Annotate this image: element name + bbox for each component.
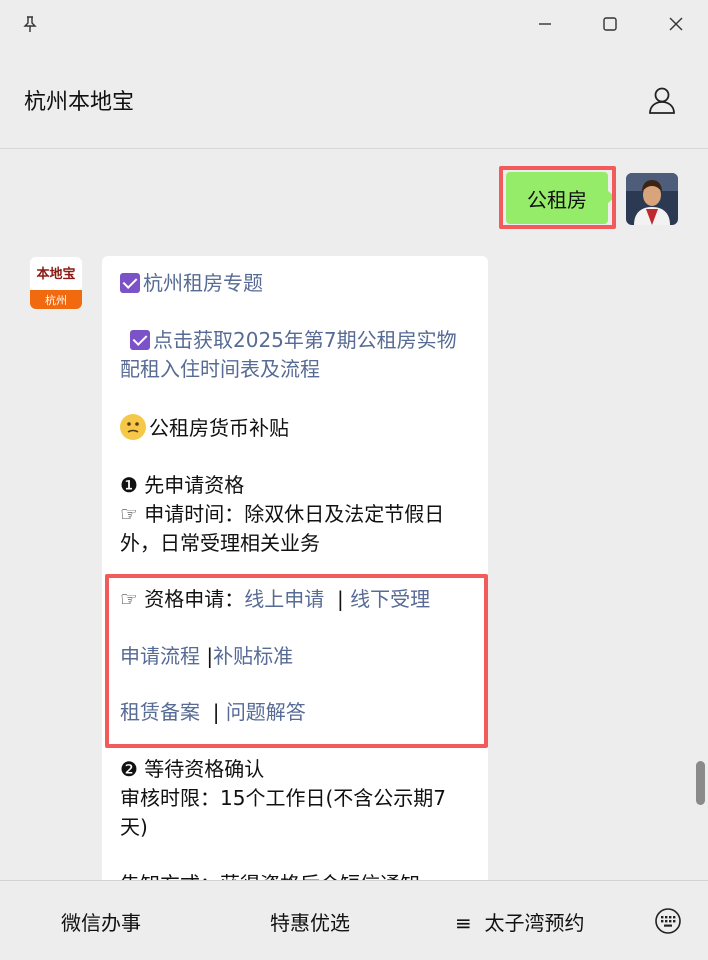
account-avatar[interactable]: 本地宝 杭州 — [30, 257, 82, 309]
minimize-icon[interactable] — [529, 8, 561, 40]
apply-time: ☞ 申请时间：除双休日及法定节假日 — [120, 502, 445, 526]
review-time-cont: 天) — [120, 815, 148, 839]
step-2: ❷ 等待资格确认 — [120, 757, 265, 781]
incoming-message[interactable]: 杭州租房专题 点击获取2025年第7期公租房实物 配租入住时间表及流程 公租房货… — [102, 256, 488, 880]
menu-special-offers[interactable]: 特惠优选 — [270, 907, 350, 936]
checkbox-icon — [130, 330, 150, 350]
chat-header: 杭州本地宝 — [0, 48, 708, 149]
keyboard-icon[interactable] — [652, 905, 684, 937]
topic-link-row[interactable]: 杭州租房专题 — [120, 269, 263, 298]
logo-text-top: 本地宝 — [36, 266, 75, 282]
person-icon[interactable] — [644, 82, 680, 118]
step-1: ❶ 先申请资格 — [120, 473, 245, 497]
menu-wechat-service[interactable]: 微信办事 — [61, 907, 141, 936]
close-icon[interactable] — [660, 8, 692, 40]
thinking-face-icon — [120, 414, 146, 440]
bottom-menu: 微信办事 特惠优选 ≡ 太子湾预约 — [0, 880, 708, 960]
topic-link[interactable]: 杭州租房专题 — [143, 271, 263, 295]
schedule-link-cont[interactable]: 配租入住时间表及流程 — [120, 355, 320, 384]
subsidy-heading-text: 公租房货币补贴 — [149, 416, 289, 440]
logo-text-bottom: 杭州 — [45, 293, 67, 307]
menu-taiziwan-label: 太子湾预约 — [484, 911, 585, 935]
scrollbar[interactable] — [696, 761, 705, 805]
chat-area[interactable]: 公租房 本地宝 杭州 杭州租房专题 点击获取2025年第7期公租房实物 配租入住… — [0, 149, 708, 880]
avatar[interactable] — [626, 173, 678, 225]
maximize-icon[interactable] — [594, 8, 626, 40]
pin-icon[interactable] — [14, 8, 46, 40]
highlight-box-outgoing — [499, 166, 616, 229]
review-time: 审核时限：15个工作日(不含公示期7 — [120, 786, 446, 810]
checkbox-icon — [120, 273, 140, 293]
page-title: 杭州本地宝 — [24, 90, 135, 115]
menu-taiziwan-booking[interactable]: ≡ 太子湾预约 — [455, 907, 584, 936]
window-titlebar — [0, 0, 708, 48]
menu-list-icon: ≡ — [455, 911, 472, 935]
subsidy-heading: 公租房货币补贴 — [120, 414, 289, 443]
schedule-link[interactable]: 点击获取2025年第7期公租房实物 — [153, 328, 457, 352]
highlight-box-links — [105, 574, 488, 748]
apply-time-cont: 外，日常受理相关业务 — [120, 531, 320, 555]
notify-method: 告知方式：获得资格后会短信通知 — [120, 870, 420, 880]
schedule-link-row[interactable]: 点击获取2025年第7期公租房实物 — [130, 326, 457, 355]
